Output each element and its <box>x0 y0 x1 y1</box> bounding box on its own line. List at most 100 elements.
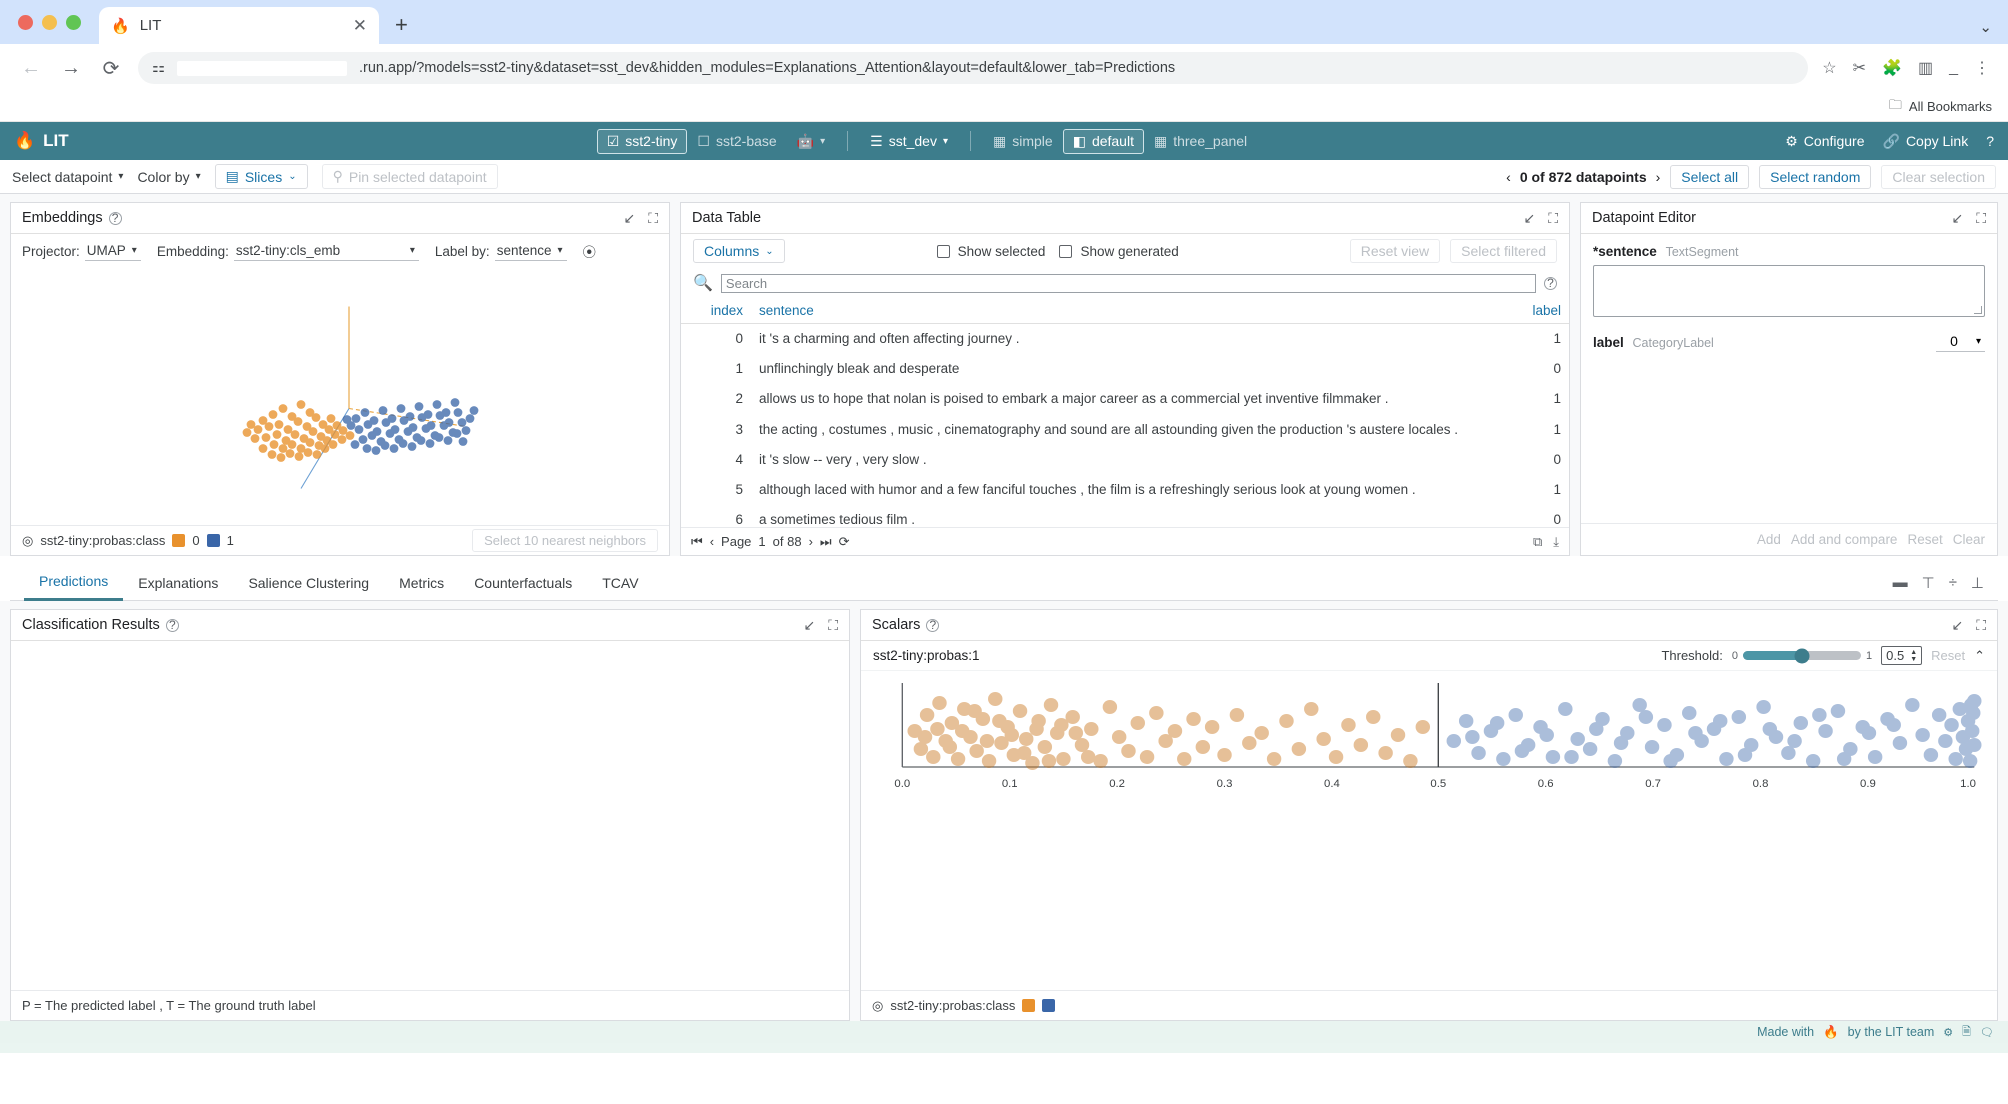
chevron-down-icon[interactable]: ⌄ <box>1979 18 2008 36</box>
model-chip-sst2-base[interactable]: ☐ sst2-base <box>687 129 786 154</box>
help-icon[interactable]: ? <box>108 211 122 225</box>
layout-simple-button[interactable]: ▦ simple <box>983 129 1063 154</box>
document-icon[interactable]: 🗎 <box>1962 1023 1971 1042</box>
table-row[interactable]: 2 allows us to hope that nolan is poised… <box>681 384 1569 414</box>
column-header-index[interactable]: index <box>681 298 751 324</box>
minimize-icon[interactable]: ↙ <box>1951 617 1963 634</box>
minimize-icon[interactable]: ↙ <box>803 617 815 634</box>
table-row[interactable]: 5 although laced with humor and a few fa… <box>681 475 1569 505</box>
prev-datapoint-icon[interactable]: ‹ <box>1506 169 1511 185</box>
url-input[interactable]: ⚏ .run.app/?models=sst2-tiny&dataset=sst… <box>138 52 1809 84</box>
table-row[interactable]: 4 it 's slow -- very , very slow . 0 <box>681 445 1569 475</box>
label-by-field[interactable]: Label by: sentence ▾ <box>435 242 567 261</box>
minimize-icon[interactable]: ↙ <box>1523 210 1535 227</box>
next-page-icon[interactable]: › <box>809 534 813 549</box>
all-bookmarks-label[interactable]: All Bookmarks <box>1909 99 1992 114</box>
extensions-icon[interactable]: 🧩 <box>1882 58 1902 78</box>
slider-track[interactable] <box>1742 648 1861 663</box>
reset-camera-icon[interactable]: ⦿ <box>583 241 597 261</box>
next-datapoint-icon[interactable]: › <box>1656 169 1661 185</box>
download-icon[interactable]: ⤓ <box>1553 534 1559 550</box>
minimize-icon[interactable]: _ <box>1949 59 1958 77</box>
select-nearest-neighbors-button[interactable]: Select 10 nearest neighbors <box>472 529 658 552</box>
tab-explanations[interactable]: Explanations <box>123 565 233 601</box>
clear-button[interactable]: Clear <box>1953 532 1985 547</box>
split-view-icon[interactable]: ▥ <box>1918 58 1933 78</box>
reset-pagination-icon[interactable]: ⟳ <box>839 534 850 550</box>
expand-icon[interactable]: ⛶ <box>1548 210 1558 227</box>
layout-default-button[interactable]: ◧ default <box>1062 128 1144 154</box>
help-icon[interactable]: ? <box>926 618 940 632</box>
table-row[interactable]: 0 it 's a charming and often affecting j… <box>681 324 1569 355</box>
model-chip-sst2-tiny[interactable]: ☑ sst2-tiny <box>596 128 688 154</box>
expand-icon[interactable]: ⛶ <box>648 210 658 227</box>
tab-predictions[interactable]: Predictions <box>24 565 124 601</box>
stepper-icon[interactable]: ▲ ▼ <box>1910 649 1917 663</box>
maximize-window-button[interactable] <box>66 14 81 30</box>
select-random-button[interactable]: Select random <box>1759 164 1872 189</box>
reset-button[interactable]: Reset <box>1907 532 1942 547</box>
expand-icon[interactable]: ⛶ <box>828 617 838 634</box>
threshold-reset-button[interactable]: Reset <box>1931 648 1965 663</box>
table-row[interactable]: 1 unflinchingly bleak and desperate 0 <box>681 354 1569 384</box>
expand-icon[interactable]: ⛶ <box>1976 617 1986 634</box>
embedding-field[interactable]: Embedding: sst2-tiny:cls_emb ▾ <box>157 242 419 261</box>
data-table-body[interactable]: index sentence label 0 it 's a charming … <box>681 298 1569 527</box>
columns-button[interactable]: Columns ⌄ <box>693 239 785 263</box>
scalars-plot[interactable]: 0.0 0.1 0.2 0.3 0.4 0.5 0.6 0.7 0.8 0.9 … <box>861 671 1997 990</box>
layout-three-panel-button[interactable]: ▦ three_panel <box>1144 129 1257 154</box>
select-filtered-button[interactable]: Select filtered <box>1450 239 1557 263</box>
tab-salience-clustering[interactable]: Salience Clustering <box>233 565 384 601</box>
slices-button[interactable]: ▤ Slices ⌄ <box>214 164 308 189</box>
help-icon[interactable]: ? <box>1544 276 1557 290</box>
page-number[interactable]: 1 <box>758 534 765 549</box>
threshold-slider[interactable]: 0 1 <box>1732 648 1872 663</box>
feedback-icon[interactable]: 🗨 <box>1980 1026 1994 1039</box>
show-selected-checkbox[interactable]: Show selected <box>936 244 1045 259</box>
search-input[interactable]: Search <box>720 273 1536 293</box>
color-by-dropdown[interactable]: Color by ▾ <box>137 169 200 185</box>
dataset-selector[interactable]: ☰ sst_dev ▾ <box>860 129 958 154</box>
new-tab-button[interactable]: + <box>395 12 408 38</box>
pin-datapoint-button[interactable]: ⚲ Pin selected datapoint <box>321 164 498 189</box>
select-datapoint-dropdown[interactable]: Select datapoint ▾ <box>12 169 123 185</box>
drag-handle-icon[interactable]: ▬ <box>1893 574 1908 591</box>
chrome-menu-icon[interactable]: ⋮ <box>1974 58 1990 78</box>
label-select[interactable]: 0 ▾ <box>1936 333 1985 352</box>
select-all-button[interactable]: Select all <box>1670 164 1750 189</box>
tab-metrics[interactable]: Metrics <box>384 565 459 601</box>
slider-knob[interactable] <box>1794 648 1810 663</box>
back-icon[interactable]: ← <box>18 57 44 80</box>
collapse-icon[interactable]: ⌃ <box>1974 648 1985 664</box>
collapse-top-icon[interactable]: ⊤ <box>1922 574 1935 592</box>
split-even-icon[interactable]: ÷ <box>1949 574 1957 591</box>
window-traffic-lights[interactable] <box>18 0 99 44</box>
copy-link-button[interactable]: 🔗 Copy Link <box>1883 133 1969 150</box>
forward-icon[interactable]: → <box>58 57 84 80</box>
column-header-sentence[interactable]: sentence <box>751 298 1509 324</box>
threshold-input[interactable]: 0.5 ▲ ▼ <box>1881 646 1923 665</box>
column-header-label[interactable]: label <box>1509 298 1569 324</box>
close-icon[interactable]: ✕ <box>353 17 367 34</box>
help-icon[interactable]: ? <box>165 618 179 632</box>
expand-icon[interactable]: ⛶ <box>1976 210 1986 227</box>
prev-page-icon[interactable]: ‹ <box>710 534 714 549</box>
last-page-icon[interactable]: ⏭ <box>820 534 832 550</box>
close-window-button[interactable] <box>18 14 33 30</box>
reset-view-button[interactable]: Reset view <box>1349 239 1441 263</box>
projector-field[interactable]: Projector: UMAP ▾ <box>22 242 141 261</box>
scissors-icon[interactable]: ✂ <box>1853 58 1866 78</box>
tab-tcav[interactable]: TCAV <box>587 565 653 601</box>
help-icon[interactable]: ? <box>1986 133 1994 149</box>
copy-icon[interactable]: ⧉ <box>1533 534 1542 550</box>
add-button[interactable]: Add <box>1757 532 1781 547</box>
table-row[interactable]: 6 a sometimes tedious film . 0 <box>681 505 1569 527</box>
clear-selection-button[interactable]: Clear selection <box>1881 164 1996 189</box>
reload-icon[interactable]: ⟳ <box>98 56 124 81</box>
collapse-bottom-icon[interactable]: ⊥ <box>1971 574 1984 592</box>
bookmark-star-icon[interactable]: ☆ <box>1822 58 1836 78</box>
settings-icon[interactable]: ⚙ <box>1943 1026 1953 1039</box>
sentence-textarea[interactable] <box>1593 265 1985 317</box>
minimize-icon[interactable]: ↙ <box>1951 210 1963 227</box>
configure-button[interactable]: ⚙ Configure <box>1785 133 1864 150</box>
